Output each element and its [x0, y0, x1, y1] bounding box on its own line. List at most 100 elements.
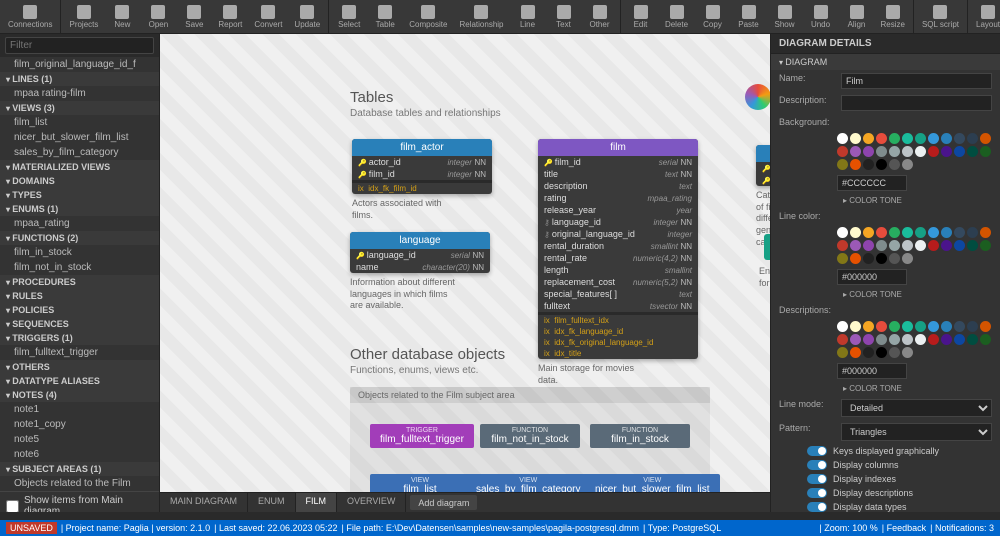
tree-item-film-in-stock[interactable]: film_in_stock [0, 245, 159, 260]
table-header[interactable]: film_actor [352, 139, 492, 156]
color-swatch[interactable] [850, 240, 861, 251]
table-film_category[interactable]: film_categoryfilm_idinteger NNcategory_i… [756, 145, 770, 186]
color-swatch[interactable] [889, 334, 900, 345]
color-swatch[interactable] [889, 227, 900, 238]
color-swatch[interactable] [967, 240, 978, 251]
table-column[interactable]: film_idserial NN [538, 156, 698, 168]
status-right-segment[interactable]: | Feedback [882, 523, 926, 533]
color-swatch[interactable] [876, 133, 887, 144]
name-input[interactable] [841, 73, 992, 89]
toggle-switch[interactable] [807, 474, 827, 484]
color-swatch[interactable] [863, 240, 874, 251]
color-swatch[interactable] [915, 227, 926, 238]
table-column[interactable]: replacement_costnumeric(5,2) NN [538, 276, 698, 288]
tool-relationship[interactable]: Relationship [453, 0, 509, 33]
table-column[interactable]: actor_idinteger NN [352, 156, 492, 168]
color-swatch[interactable] [928, 146, 939, 157]
tool-layout[interactable]: Layout [970, 0, 1000, 33]
color-swatch[interactable] [889, 253, 900, 264]
tab-main-diagram[interactable]: MAIN DIAGRAM [160, 493, 248, 512]
tree-item-note1[interactable]: note1 [0, 402, 159, 417]
color-swatch[interactable] [941, 240, 952, 251]
tree-item-objects-related-to-the-film[interactable]: Objects related to the Film [0, 476, 159, 491]
table-column[interactable]: rental_durationsmallint NN [538, 240, 698, 252]
color-swatch[interactable] [837, 240, 848, 251]
tree-item-mpaa-rating-film[interactable]: mpaa rating-film [0, 86, 159, 101]
color-swatch[interactable] [876, 253, 887, 264]
tool-open[interactable]: Open [140, 0, 176, 33]
color-swatch[interactable] [837, 334, 848, 345]
tree-item-note1-copy[interactable]: note1_copy [0, 417, 159, 432]
tool-text[interactable]: Text [546, 0, 582, 33]
tree-section-lines-1-[interactable]: LINES (1) [0, 72, 159, 86]
color-swatch[interactable] [902, 334, 913, 345]
line-color-hex-input[interactable] [837, 269, 907, 285]
tree-section-policies[interactable]: POLICIES [0, 303, 159, 317]
toggle-display-columns[interactable]: Display columns [771, 458, 1000, 472]
color-swatch[interactable] [954, 146, 965, 157]
pattern-select[interactable]: Triangles [841, 423, 992, 441]
tree-item-film-not-in-stock[interactable]: film_not_in_stock [0, 260, 159, 275]
tree-section-functions-2-[interactable]: FUNCTIONS (2) [0, 231, 159, 245]
diagram-canvas[interactable]: Tables Database tables and relationships… [160, 34, 770, 492]
tree-section-domains[interactable]: DOMAINS [0, 174, 159, 188]
table-header[interactable]: film [538, 139, 698, 156]
color-swatch[interactable] [954, 321, 965, 332]
color-swatch[interactable] [837, 253, 848, 264]
tab-film[interactable]: FILM [296, 493, 338, 512]
tree-item-note5[interactable]: note5 [0, 432, 159, 447]
table-column[interactable]: language_idserial NN [350, 249, 490, 261]
filter-input[interactable] [5, 37, 154, 54]
tree-section-sequences[interactable]: SEQUENCES [0, 317, 159, 331]
color-swatch[interactable] [876, 227, 887, 238]
color-swatch[interactable] [954, 227, 965, 238]
table-column[interactable]: titletext NN [538, 168, 698, 180]
table-index[interactable]: ix idx_title [538, 348, 698, 359]
color-swatch[interactable] [863, 347, 874, 358]
color-swatch[interactable] [876, 240, 887, 251]
color-swatch[interactable] [889, 159, 900, 170]
table-column[interactable]: film_idinteger NN [756, 162, 770, 174]
color-swatch[interactable] [928, 133, 939, 144]
color-swatch[interactable] [902, 133, 913, 144]
line-mode-select[interactable]: Detailed [841, 399, 992, 417]
tree-section-triggers-1-[interactable]: TRIGGERS (1) [0, 331, 159, 345]
tool-line[interactable]: Line [510, 0, 546, 33]
color-swatch[interactable] [980, 146, 991, 157]
color-tone-desc[interactable]: COLOR TONE [771, 381, 1000, 396]
color-swatch[interactable] [850, 347, 861, 358]
toggle-keys-displayed-graphically[interactable]: Keys displayed graphically [771, 444, 1000, 458]
color-swatch[interactable] [928, 321, 939, 332]
color-swatch[interactable] [941, 321, 952, 332]
color-swatch[interactable] [863, 334, 874, 345]
toggle-display-indexes[interactable]: Display indexes [771, 472, 1000, 486]
tree-item-nicer-but-slower-film-list[interactable]: nicer_but_slower_film_list [0, 130, 159, 145]
description-input[interactable] [841, 95, 992, 111]
tree-section-subject-areas-1-[interactable]: SUBJECT AREAS (1) [0, 462, 159, 476]
color-swatch[interactable] [902, 347, 913, 358]
tree-item-note6[interactable]: note6 [0, 447, 159, 462]
table-film[interactable]: filmfilm_idserial NNtitletext NNdescript… [538, 139, 698, 359]
color-swatch[interactable] [915, 240, 926, 251]
tool-new[interactable]: New [104, 0, 140, 33]
color-swatch[interactable] [876, 146, 887, 157]
table-column[interactable]: release_yearyear [538, 204, 698, 216]
table-column[interactable]: lengthsmallint [538, 264, 698, 276]
tool-composite[interactable]: Composite [403, 0, 453, 33]
table-column[interactable]: rental_ratenumeric(4,2) NN [538, 252, 698, 264]
tree-item-film-original-language-id-f[interactable]: film_original_language_id_f [0, 57, 159, 72]
table-column[interactable]: language_idinteger NN [538, 216, 698, 228]
color-swatch[interactable] [837, 347, 848, 358]
color-swatch[interactable] [980, 334, 991, 345]
object-nicer_but_slower_film_list[interactable]: VIEWnicer_but_slower_film_list [585, 474, 720, 492]
tree-section-others[interactable]: OTHERS [0, 360, 159, 374]
color-swatch[interactable] [863, 133, 874, 144]
color-swatch[interactable] [954, 334, 965, 345]
tree-section-notes-4-[interactable]: NOTES (4) [0, 388, 159, 402]
color-swatch[interactable] [915, 146, 926, 157]
color-swatch[interactable] [850, 159, 861, 170]
color-swatch[interactable] [863, 253, 874, 264]
color-swatch[interactable] [837, 146, 848, 157]
tree-section-rules[interactable]: RULES [0, 289, 159, 303]
color-swatch[interactable] [837, 159, 848, 170]
